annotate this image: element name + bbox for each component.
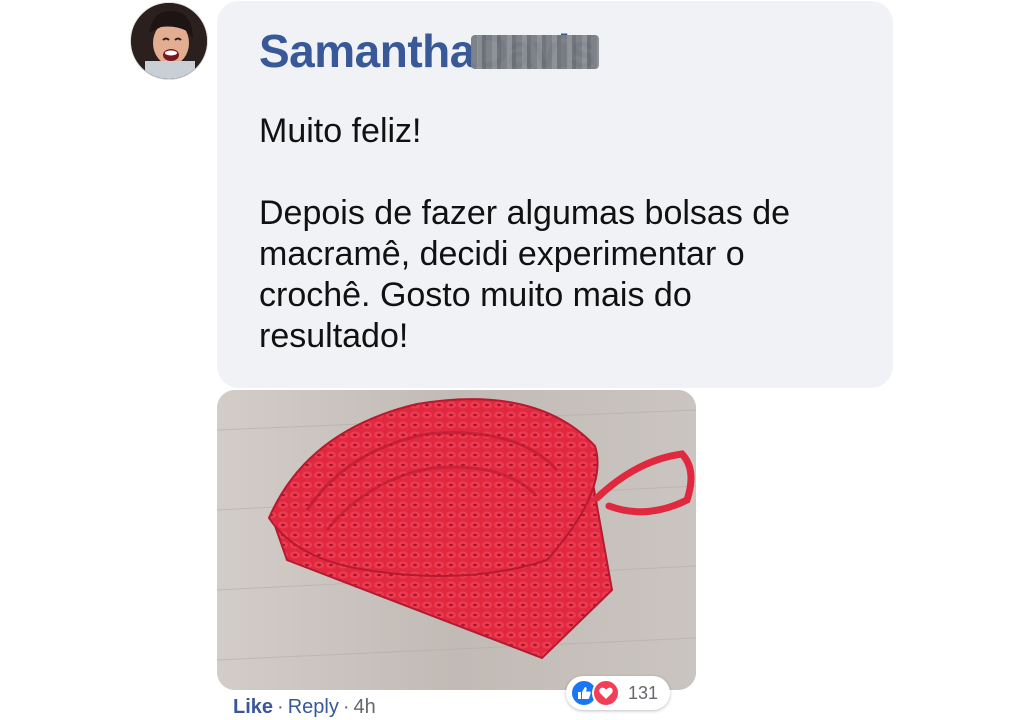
reaction-count: 131 (628, 682, 659, 703)
love-icon (592, 679, 620, 707)
author-name[interactable]: SamanthaDavis (259, 23, 600, 79)
redaction-bar (470, 35, 600, 69)
comment-text-line: resultado! (259, 317, 409, 355)
comment-timestamp[interactable]: 4h (354, 696, 376, 718)
author-avatar[interactable] (130, 2, 208, 80)
like-button[interactable]: Like (233, 696, 273, 718)
separator: · (342, 696, 350, 718)
separator: · (277, 696, 284, 718)
comment-text-line: Depois de fazer algumas bolsas de (259, 194, 791, 232)
attached-photo[interactable] (217, 390, 696, 690)
author-first-name[interactable]: Samantha (259, 25, 475, 77)
comment-actions: Like · Reply · 4h (233, 694, 376, 720)
crochet-purse-image (217, 390, 696, 690)
reply-button[interactable]: Reply (288, 696, 339, 718)
reaction-summary[interactable]: 131 (566, 676, 671, 710)
comment-text-line: crochê. Gosto muito mais do (259, 276, 692, 314)
comment-text-line: macramê, decidi experimentar o (259, 235, 745, 273)
author-last-name: Davis (470, 25, 600, 77)
comment-bubble: SamanthaDavis Muito feliz! Depois de faz… (217, 1, 893, 388)
comment-text-line: Muito feliz! (259, 112, 422, 150)
